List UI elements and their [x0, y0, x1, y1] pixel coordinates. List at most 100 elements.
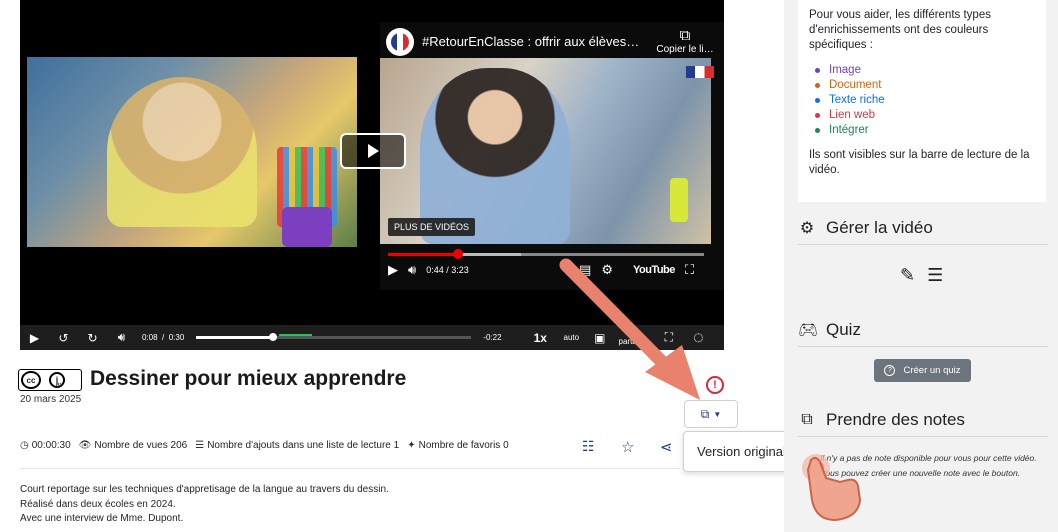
- stat-views: Nombre de vues 206: [94, 440, 188, 451]
- youtube-buffer-fill: [457, 253, 521, 256]
- notes-title: Prendre des notes: [826, 410, 965, 429]
- menu-list-icon[interactable]: ☰: [927, 265, 943, 286]
- add-to-playlist-icon[interactable]: ☷: [582, 438, 595, 455]
- youtube-play-icon[interactable]: ▶: [388, 262, 398, 278]
- scrubber-handle[interactable]: [269, 333, 278, 341]
- cc-by-license-badge[interactable]: cc i BY: [18, 369, 82, 391]
- stat-favorites: Nombre de favoris 0: [418, 440, 509, 451]
- share-icon[interactable]: ⋖: [660, 438, 673, 456]
- remaining-time: -0:22: [483, 333, 502, 342]
- video-description: Court reportage sur les techniques d'app…: [20, 483, 389, 527]
- gear-icon: ⚙: [799, 220, 815, 237]
- video-stats: ◷ 00:00:30 👁︎ Nombre de vues 206 ☰ Nombr…: [20, 440, 517, 451]
- question-circle-icon: ?: [884, 365, 896, 376]
- youtube-volume-icon[interactable]: 🔊︎: [408, 262, 416, 278]
- enrichment-types-list: Image Document Texte riche Lien web Inté…: [815, 63, 1036, 138]
- pencil-cup-image: [282, 207, 332, 247]
- split-view-label-2: partagée: [618, 336, 651, 346]
- video-frame-right: [380, 58, 711, 244]
- playback-rate-button[interactable]: 1x: [523, 331, 557, 345]
- list-item: Texte riche: [815, 93, 1036, 108]
- glue-bottle-image: [670, 178, 688, 222]
- video-frame-left: [27, 57, 357, 247]
- notes-line: Vous pouvez créer une nouvelle note avec…: [820, 468, 1021, 478]
- create-quiz-button[interactable]: ? Créer un quiz: [874, 359, 971, 382]
- french-flag-icon: [686, 66, 714, 78]
- list-item: Document: [815, 78, 1036, 93]
- chapter-marker[interactable]: [278, 334, 312, 336]
- youtube-controls: ▶ 🔊︎ 0:44 / 3:23 ▤ ⚙ YouTube ⛶: [388, 260, 704, 280]
- big-play-button[interactable]: [340, 133, 406, 169]
- fullscreen-icon[interactable]: ⛶: [654, 330, 683, 345]
- sidebar: Pour vous aider, les différents types d'…: [784, 0, 1058, 532]
- player-control-bar: ▶ ↺ ↻ 🔊︎ 0:08 / 0:30 -0:22 1x auto ▣ Vue…: [20, 325, 724, 350]
- by-label: BY: [56, 383, 63, 389]
- sparkle-icon: ✦: [407, 440, 416, 451]
- volume-icon[interactable]: 🔊︎: [107, 330, 136, 345]
- enrichment-info-card: Pour vous aider, les différents types d'…: [798, 0, 1046, 202]
- bullet-icon: [815, 83, 820, 88]
- layers-icon: ⧉: [700, 406, 710, 421]
- youtube-embed[interactable]: #RetourEnClasse : offrir aux élèves un… …: [380, 22, 724, 290]
- rewind-icon[interactable]: ↺: [49, 331, 78, 345]
- description-line: Court reportage sur les techniques d'app…: [20, 484, 389, 495]
- split-view-button[interactable]: Vue partagée: [614, 329, 654, 346]
- forward-icon[interactable]: ↻: [78, 331, 107, 345]
- subtitles-icon[interactable]: ▤: [579, 262, 591, 278]
- video-title: Dessiner pour mieux apprendre: [90, 367, 407, 390]
- channel-avatar[interactable]: [386, 28, 414, 56]
- progress-bar[interactable]: [196, 333, 472, 341]
- version-option-original[interactable]: Version originale: [697, 444, 793, 459]
- video-player[interactable]: #RetourEnClasse : offrir aux élèves un… …: [20, 0, 724, 350]
- pod-logo-icon: ◌: [692, 327, 704, 347]
- quiz-header: 🎮︎ Quiz: [798, 320, 1048, 347]
- copy-link-label: Copier le li…: [656, 44, 714, 55]
- gamepad-icon: 🎮︎: [798, 322, 819, 339]
- edit-pencil-icon[interactable]: ✎: [900, 265, 915, 286]
- manage-video-actions: ✎ ☰: [900, 265, 943, 286]
- youtube-progress-bar[interactable]: [388, 249, 704, 259]
- more-videos-button[interactable]: PLUS DE VIDÉOS: [388, 218, 476, 236]
- description-line: Réalisé dans deux écoles en 2024.: [20, 498, 176, 510]
- bullet-icon: [815, 128, 820, 133]
- duration-value: 0:30: [168, 333, 185, 342]
- enrich-type-embed: Intégrer: [829, 124, 869, 136]
- settings-gear-icon[interactable]: ⚙: [601, 262, 613, 278]
- favorite-star-icon[interactable]: ☆: [621, 438, 634, 456]
- notes-header: ⧉ Prendre des notes: [798, 410, 1048, 437]
- stat-playlists: Nombre d'ajouts dans une liste de lectur…: [207, 440, 400, 451]
- copy-link-button[interactable]: ⧉ Copier le li…: [650, 27, 720, 56]
- info-outro: Ils sont visibles sur la barre de lectur…: [809, 149, 1030, 176]
- bullet-icon: [815, 98, 820, 103]
- youtube-scrubber-handle[interactable]: [452, 249, 463, 259]
- quality-button[interactable]: auto: [557, 333, 585, 342]
- manage-video-title: Gérer la vidéo: [826, 218, 933, 237]
- caret-down-icon: ▼: [713, 409, 722, 419]
- video-date: 20 mars 2025: [20, 394, 82, 405]
- info-intro: Pour vous aider, les différents types d'…: [809, 9, 991, 51]
- youtube-progress-fill: [388, 253, 458, 256]
- description-line: Avec une interview de Mme. Dupont.: [20, 513, 184, 524]
- version-dropdown-button[interactable]: ⧉ ▼: [684, 400, 738, 428]
- current-time: 0:08 / 0:30: [142, 333, 184, 342]
- enrich-type-web-link: Lien web: [829, 109, 876, 121]
- list-item: Intégrer: [815, 123, 1036, 138]
- youtube-fullscreen-icon[interactable]: ⛶: [685, 262, 694, 278]
- list-item: Image: [815, 63, 1036, 78]
- picture-in-picture-icon[interactable]: ▣: [585, 331, 614, 345]
- youtube-time: 0:44 / 3:23: [426, 265, 469, 275]
- enrich-type-document: Document: [829, 79, 882, 91]
- cc-icon: cc: [21, 371, 41, 389]
- create-quiz-label: Créer un quiz: [903, 365, 961, 376]
- clock-icon: ◷: [20, 440, 29, 451]
- enrich-type-image: Image: [829, 64, 861, 76]
- bullet-icon: [815, 113, 820, 118]
- copy-icon: ⧉: [679, 27, 691, 44]
- report-alert-icon[interactable]: !: [706, 376, 724, 394]
- bullet-icon: [815, 68, 820, 73]
- play-icon[interactable]: ▶: [20, 331, 49, 345]
- youtube-video-title[interactable]: #RetourEnClasse : offrir aux élèves un…: [422, 34, 642, 49]
- enrich-type-rich-text: Texte riche: [829, 94, 885, 106]
- list-icon: ☰: [195, 440, 205, 451]
- youtube-logo[interactable]: YouTube: [633, 264, 675, 276]
